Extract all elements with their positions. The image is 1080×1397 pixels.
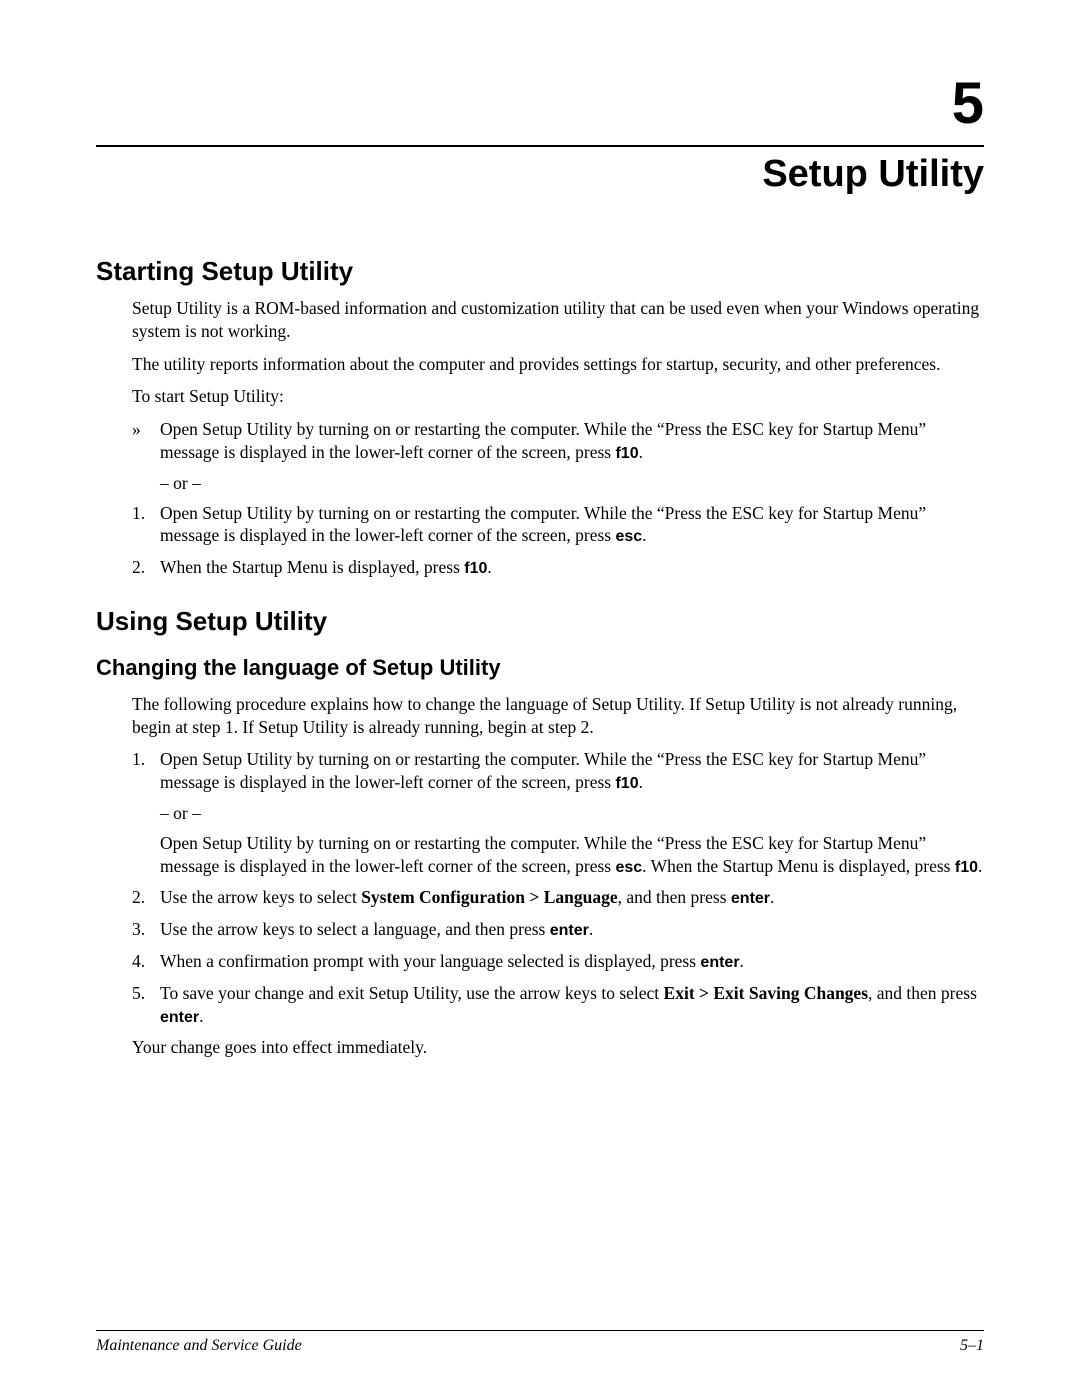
text-run: When the Startup Menu is displayed, pres…: [160, 557, 464, 577]
or-separator: – or –: [160, 473, 984, 494]
keycap-f10: f10: [615, 775, 638, 792]
bold-run: Exit > Exit Saving Changes: [664, 983, 868, 1003]
number-marker: 3.: [132, 918, 160, 942]
text-run: . When the Startup Menu is displayed, pr…: [642, 856, 955, 876]
text-run: To save your change and exit Setup Utili…: [160, 983, 664, 1003]
keycap-esc: esc: [615, 859, 642, 876]
text-run: Open Setup Utility by turning on or rest…: [160, 749, 926, 792]
keycap-esc: esc: [615, 528, 642, 545]
keycap-f10: f10: [615, 445, 638, 462]
bold-run: System Configuration > Language: [361, 887, 617, 907]
number-marker: 2.: [132, 556, 160, 580]
body-paragraph: Your change goes into effect immediately…: [132, 1036, 984, 1059]
or-separator: – or –: [160, 803, 984, 824]
text-run: .: [642, 525, 646, 545]
list-item: 2. Use the arrow keys to select System C…: [132, 886, 984, 910]
text-run: .: [199, 1006, 203, 1026]
text-run: .: [978, 856, 982, 876]
body-paragraph: The following procedure explains how to …: [132, 693, 984, 739]
number-marker: 5.: [132, 982, 160, 1029]
page-footer: Maintenance and Service Guide 5–1: [96, 1330, 984, 1355]
text-run: .: [487, 557, 491, 577]
text-run: .: [639, 772, 643, 792]
text-run: .: [589, 919, 593, 939]
list-item-body: Open Setup Utility by turning on or rest…: [160, 418, 984, 465]
bullet-marker: »: [132, 418, 160, 465]
list-item-body-alt: Open Setup Utility by turning on or rest…: [160, 832, 984, 879]
list-item-body: Use the arrow keys to select System Conf…: [160, 886, 984, 910]
chapter-title: Setup Utility: [96, 153, 984, 196]
text-run: Open Setup Utility by turning on or rest…: [160, 503, 926, 546]
text-run: When a confirmation prompt with your lan…: [160, 951, 700, 971]
list-item: 3. Use the arrow keys to select a langua…: [132, 918, 984, 942]
footer-left: Maintenance and Service Guide: [96, 1337, 302, 1355]
list-item-body: When the Startup Menu is displayed, pres…: [160, 556, 984, 580]
text-run: Use the arrow keys to select a language,…: [160, 919, 550, 939]
list-item: 4. When a confirmation prompt with your …: [132, 950, 984, 974]
text-run: .: [770, 887, 774, 907]
keycap-enter: enter: [160, 1009, 199, 1026]
numbered-list: 1. Open Setup Utility by turning on or r…: [132, 502, 984, 580]
list-item-body: When a confirmation prompt with your lan…: [160, 950, 984, 974]
chapter-number: 5: [96, 70, 984, 137]
body-paragraph: To start Setup Utility:: [132, 385, 984, 408]
text-run: Open Setup Utility by turning on or rest…: [160, 419, 926, 462]
text-run: .: [639, 442, 643, 462]
list-item: » Open Setup Utility by turning on or re…: [132, 418, 984, 465]
chapter-rule: [96, 145, 984, 147]
numbered-list: 1. Open Setup Utility by turning on or r…: [132, 748, 984, 795]
footer-right: 5–1: [960, 1337, 984, 1355]
text-run: Use the arrow keys to select: [160, 887, 361, 907]
number-marker: 4.: [132, 950, 160, 974]
numbered-list: 2. Use the arrow keys to select System C…: [132, 886, 984, 1028]
heading-starting-setup-utility: Starting Setup Utility: [96, 256, 984, 287]
keycap-f10: f10: [955, 859, 978, 876]
text-run: .: [740, 951, 744, 971]
subheading-changing-language: Changing the language of Setup Utility: [96, 655, 984, 681]
heading-using-setup-utility: Using Setup Utility: [96, 606, 984, 637]
text-run: , and then press: [868, 983, 977, 1003]
list-item-body: Open Setup Utility by turning on or rest…: [160, 748, 984, 795]
keycap-enter: enter: [550, 922, 589, 939]
text-run: , and then press: [618, 887, 731, 907]
keycap-f10: f10: [464, 560, 487, 577]
list-item: 1. Open Setup Utility by turning on or r…: [132, 502, 984, 549]
number-marker: 1.: [132, 502, 160, 549]
list-item: 5. To save your change and exit Setup Ut…: [132, 982, 984, 1029]
list-item: 2. When the Startup Menu is displayed, p…: [132, 556, 984, 580]
keycap-enter: enter: [700, 954, 739, 971]
number-marker: 2.: [132, 886, 160, 910]
list-item: 1. Open Setup Utility by turning on or r…: [132, 748, 984, 795]
list-item-body: Open Setup Utility by turning on or rest…: [160, 502, 984, 549]
list-item-body: To save your change and exit Setup Utili…: [160, 982, 984, 1029]
number-marker: 1.: [132, 748, 160, 795]
keycap-enter: enter: [731, 890, 770, 907]
instruction-list: » Open Setup Utility by turning on or re…: [132, 418, 984, 465]
body-paragraph: The utility reports information about th…: [132, 353, 984, 376]
list-item-body: Use the arrow keys to select a language,…: [160, 918, 984, 942]
body-paragraph: Setup Utility is a ROM-based information…: [132, 297, 984, 343]
